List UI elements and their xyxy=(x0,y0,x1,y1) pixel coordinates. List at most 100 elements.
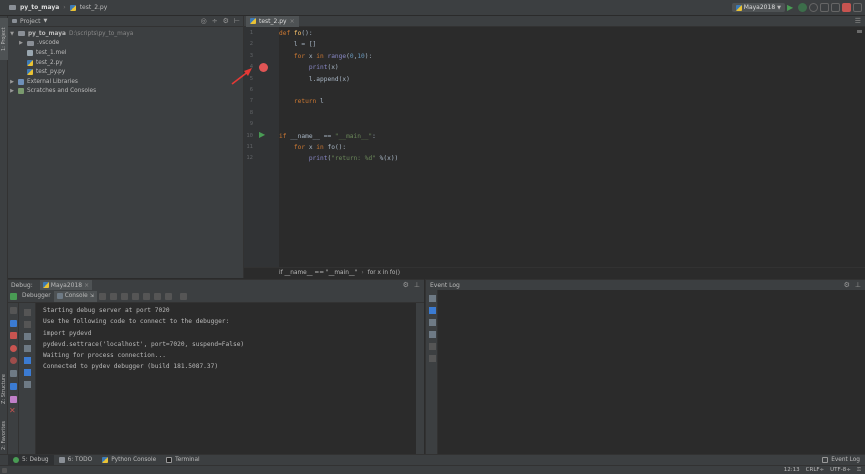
close-tab-icon[interactable]: × xyxy=(84,282,89,289)
tab-python-console[interactable]: Python Console xyxy=(97,455,161,466)
project-tool-tab[interactable]: 1: Project xyxy=(0,18,8,60)
debug-button[interactable] xyxy=(798,3,807,12)
collapsed-arrow-icon[interactable]: ▶ xyxy=(9,88,15,94)
hide-panel-icon[interactable]: ⊥ xyxy=(414,281,420,289)
code-line[interactable]: def fo(): xyxy=(279,30,313,37)
code-line[interactable]: return l xyxy=(279,98,324,105)
evaluate-expression-icon[interactable] xyxy=(164,292,172,300)
view-breakpoints-icon[interactable] xyxy=(10,345,17,352)
resume-icon[interactable] xyxy=(10,307,17,314)
print-icon[interactable] xyxy=(24,333,31,340)
tab-debugger[interactable]: Debugger xyxy=(19,291,54,302)
stop-button[interactable] xyxy=(842,3,851,12)
step-into-my-code-icon[interactable] xyxy=(131,292,139,300)
favorites-tool-tab[interactable]: 2: Favorites xyxy=(0,416,8,454)
tree-item[interactable]: ▶ .vscode xyxy=(8,39,243,49)
coverage-button[interactable] xyxy=(809,3,818,12)
tree-item[interactable]: test_py.py xyxy=(8,67,243,77)
settings-gear-icon[interactable]: ⚙ xyxy=(403,281,409,289)
mark-read-icon[interactable] xyxy=(429,307,436,314)
clear-icon[interactable] xyxy=(24,345,31,352)
tab-debug[interactable]: 5: Debug xyxy=(8,454,54,466)
breadcrumb-item[interactable]: if __name__ == "__main__" xyxy=(279,270,357,276)
scroll-to-end-icon[interactable] xyxy=(429,331,436,338)
code-line[interactable]: print("return: %d" %(x)) xyxy=(279,155,398,162)
hide-panel-icon[interactable]: ⊢ xyxy=(234,17,240,25)
close-tab-icon[interactable]: × xyxy=(290,18,295,25)
expanded-arrow-icon[interactable]: ▼ xyxy=(9,31,15,37)
tree-item[interactable]: test_1.mel xyxy=(8,48,243,58)
caret-position[interactable]: 12:13 xyxy=(784,467,800,473)
scroll-to-end-icon[interactable] xyxy=(24,321,31,328)
debug-console-output[interactable]: Starting debug server at port 7020 Use th… xyxy=(36,303,424,454)
step-out-icon[interactable] xyxy=(142,292,150,300)
lock-icon[interactable]: ⚿ xyxy=(857,467,861,474)
settings-icon[interactable] xyxy=(429,295,436,302)
sync-icon[interactable]: ◎ xyxy=(201,17,207,25)
code-line[interactable]: l = [] xyxy=(279,41,316,48)
clear-all-icon[interactable] xyxy=(429,355,436,362)
hide-panel-icon[interactable]: ⊥ xyxy=(855,281,861,289)
console-settings-icon[interactable] xyxy=(24,381,31,388)
history-icon[interactable] xyxy=(24,369,31,376)
restore-icon[interactable] xyxy=(10,383,17,390)
chevron-down-icon[interactable]: ▼ xyxy=(44,18,48,24)
breadcrumb-item[interactable]: for x in fo() xyxy=(368,270,400,276)
code-line[interactable]: for x in range(0,10): xyxy=(279,53,372,60)
line-separator[interactable]: CRLF÷ xyxy=(806,467,825,473)
code-line[interactable]: print(x) xyxy=(279,64,339,71)
event-log-content[interactable] xyxy=(438,290,865,454)
settings-gear-icon[interactable]: ⚙ xyxy=(223,17,229,25)
show-execution-point-icon[interactable] xyxy=(98,292,106,300)
tab-menu-icon[interactable]: ☰ xyxy=(855,17,865,25)
vcs-button[interactable] xyxy=(853,3,862,12)
settings-icon[interactable] xyxy=(10,370,17,377)
run-button[interactable]: ▶ xyxy=(787,3,796,12)
soft-wrap-icon[interactable] xyxy=(24,309,31,316)
mute-breakpoints-icon[interactable] xyxy=(10,357,17,364)
tab-console[interactable]: Console ⇲ xyxy=(53,290,97,302)
breadcrumb-project[interactable]: py_to_maya xyxy=(20,4,59,11)
pause-icon[interactable] xyxy=(10,320,17,327)
collapsed-arrow-icon[interactable]: ▶ xyxy=(18,40,24,46)
soft-wrap-icon[interactable] xyxy=(429,319,436,326)
breadcrumb-file[interactable]: test_2.py xyxy=(80,4,108,11)
run-gutter-icon[interactable]: ▶ xyxy=(259,130,265,139)
variables-icon[interactable] xyxy=(24,357,31,364)
stop-icon[interactable] xyxy=(10,332,17,339)
settings-gear-icon[interactable]: ⚙ xyxy=(844,281,850,289)
code-line[interactable]: if __name__ == "__main__": xyxy=(279,133,376,140)
step-over-icon[interactable] xyxy=(109,292,117,300)
tab-todo[interactable]: 6: TODO xyxy=(54,455,98,466)
pin-icon[interactable] xyxy=(10,396,17,403)
tab-test-2-py[interactable]: test_2.py × xyxy=(246,15,299,27)
collapsed-arrow-icon[interactable]: ▶ xyxy=(9,79,15,85)
file-encoding[interactable]: UTF-8÷ xyxy=(830,467,851,473)
run-config-select[interactable]: Maya2018 ▼ xyxy=(731,3,785,12)
code-line[interactable]: for x in fo(): xyxy=(279,144,346,151)
layout-icon[interactable] xyxy=(2,467,7,473)
tab-terminal[interactable]: Terminal xyxy=(161,455,205,466)
code-editor[interactable]: def fo(): l = [] for x in range(0,10): p… xyxy=(279,27,865,267)
tree-item[interactable]: test_2.py xyxy=(8,58,243,68)
print-icon[interactable] xyxy=(429,343,436,350)
console-scrollbar[interactable] xyxy=(416,303,424,454)
step-into-icon[interactable] xyxy=(120,292,128,300)
restore-layout-icon[interactable] xyxy=(179,292,187,300)
project-view-selector[interactable]: Project xyxy=(20,18,41,25)
tree-item[interactable]: ▶ Scratches and Consoles xyxy=(8,87,243,97)
rerun-icon[interactable] xyxy=(10,292,17,300)
collapse-all-icon[interactable]: ÷ xyxy=(212,17,218,25)
close-icon[interactable]: ✕ xyxy=(9,407,16,415)
tree-item[interactable]: ▼ py_to_maya D:\scripts\py_to_maya xyxy=(8,29,243,39)
structure-tool-tab[interactable]: Z: Structure xyxy=(0,366,8,412)
chevron-down-icon[interactable]: ⇲ xyxy=(90,293,94,299)
run-to-cursor-icon[interactable] xyxy=(153,292,161,300)
tab-event-log[interactable]: Event Log xyxy=(817,455,865,466)
profile-button[interactable] xyxy=(820,3,829,12)
code-line[interactable]: l.append(x) xyxy=(279,76,350,83)
debug-session-tab[interactable]: Maya2018 × xyxy=(39,279,93,291)
tree-item[interactable]: ▶ External Libraries xyxy=(8,77,243,87)
breakpoint-icon[interactable] xyxy=(259,63,268,72)
concurrency-button[interactable] xyxy=(831,3,840,12)
